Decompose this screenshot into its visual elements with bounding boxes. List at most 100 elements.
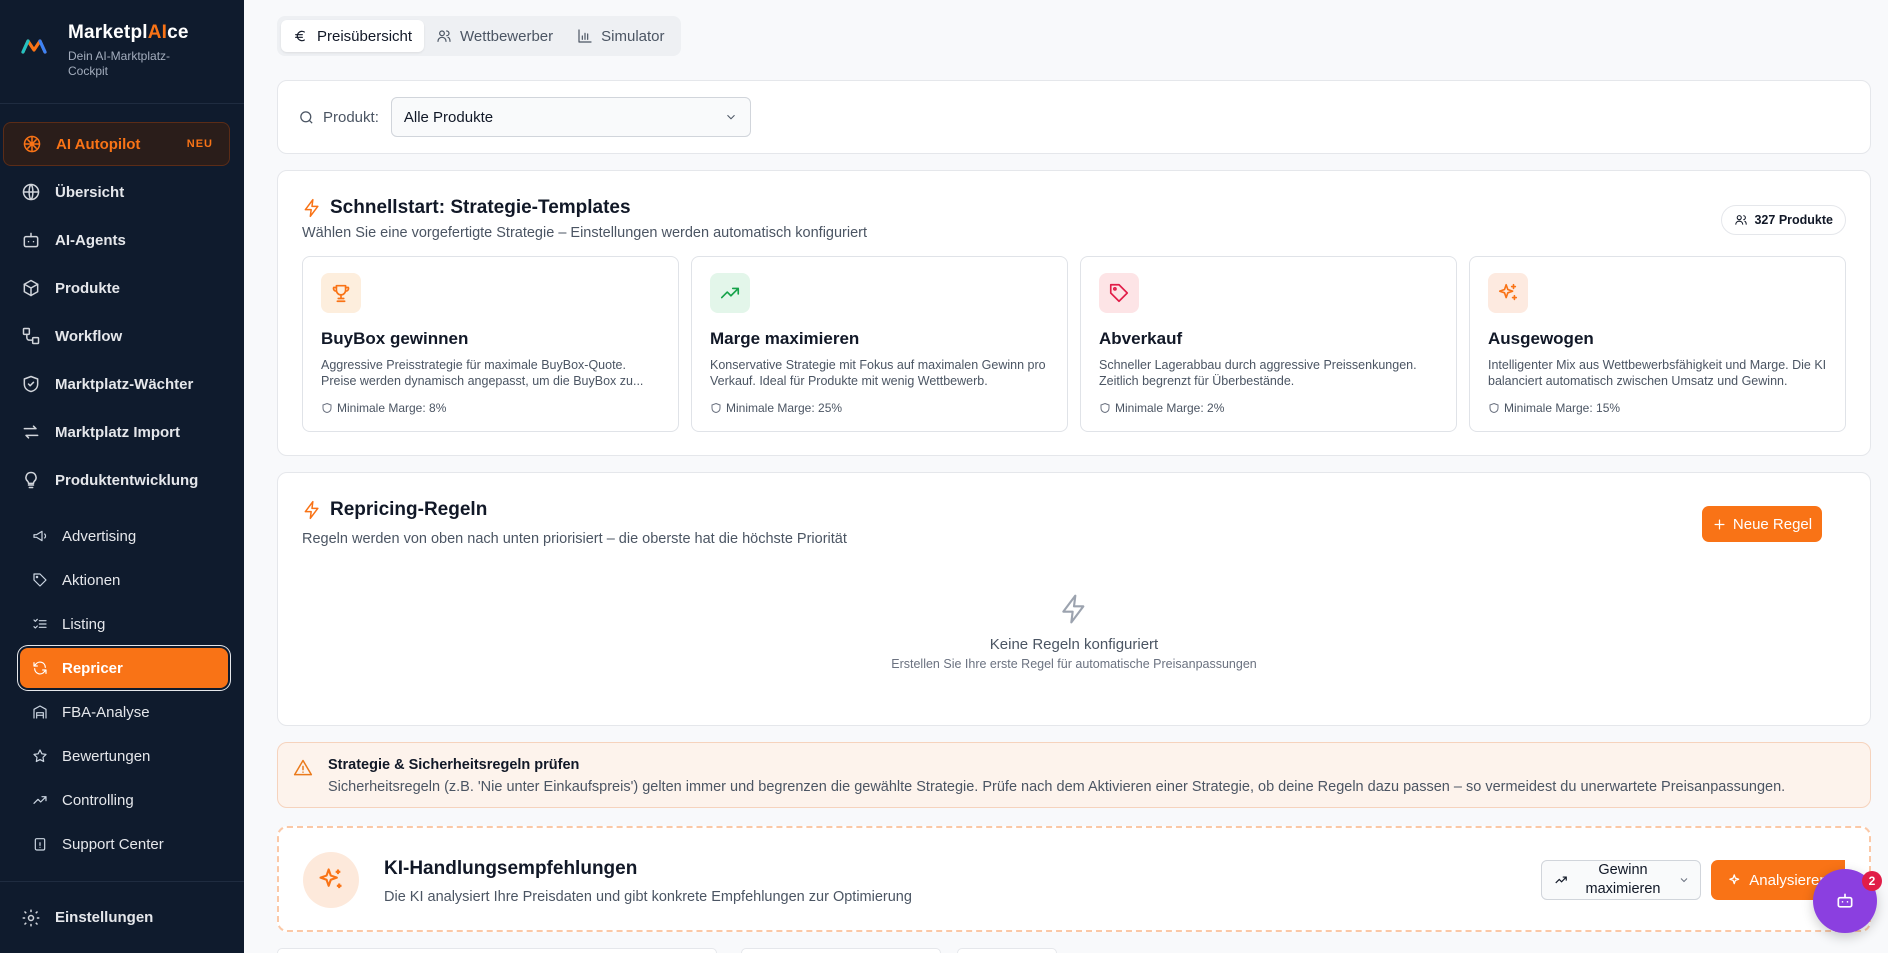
globe-icon <box>22 183 40 201</box>
template-desc: Intelligenter Mix aus Wettbewerbsfähigke… <box>1488 358 1827 388</box>
rules-subtitle: Regeln werden von oben nach unten priori… <box>302 531 847 547</box>
sidebar: MarketplAIce Dein AI-Marktplatz-Cockpit … <box>0 0 244 953</box>
tag-icon <box>33 573 47 587</box>
rules-title: Repricing-Regeln <box>302 499 487 521</box>
plus-icon <box>1714 519 1725 529</box>
nav-item-marktplatz-waechter[interactable]: Marktplatz-Wächter <box>3 362 230 406</box>
sidebar-item-support-center[interactable]: Support Center <box>20 824 228 864</box>
templates-subtitle: Wählen Sie eine vorgefertigte Strategie … <box>302 225 868 241</box>
trending-up-icon <box>33 796 47 804</box>
warning-title: Strategie & Sicherheitsregeln prüfen <box>328 757 580 773</box>
sparkles-icon <box>1729 873 1740 884</box>
card-peek <box>957 948 1057 953</box>
main-content: Preisübersicht Wettbewerber Simulator Pr… <box>244 0 1888 953</box>
template-ausgewogen[interactable]: Ausgewogen Intelligenter Mix aus Wettbew… <box>1469 256 1846 432</box>
tab-preisuebersicht[interactable]: Preisübersicht <box>281 20 425 52</box>
brand-name: MarketplAIce <box>68 22 189 43</box>
new-badge: NEU <box>186 138 213 150</box>
rules-empty-state: Keine Regeln konfiguriert Erstellen Sie … <box>278 593 1870 671</box>
empty-title: Keine Regeln konfiguriert <box>989 636 1159 653</box>
template-icon-wrap <box>321 273 361 313</box>
star-icon <box>33 749 47 763</box>
template-icon-wrap <box>1099 273 1139 313</box>
lightbulb-icon <box>25 471 37 489</box>
repricing-rules: Repricing-Regeln Regeln werden von oben … <box>277 472 1871 726</box>
arrows-icon <box>23 425 39 439</box>
sidebar-item-advertising[interactable]: Advertising <box>20 516 228 556</box>
shield-icon <box>23 375 39 393</box>
refresh-icon <box>33 661 47 675</box>
users-icon <box>437 30 451 42</box>
template-title: Ausgewogen <box>1488 329 1594 348</box>
templates-title: Schnellstart: Strategie-Templates <box>302 197 631 219</box>
bar-chart-icon <box>578 29 592 43</box>
tab-bar: Preisübersicht Wettbewerber Simulator <box>277 16 681 56</box>
shield-icon <box>1489 402 1499 414</box>
ki-title: KI-Handlungsempfehlungen <box>384 858 638 879</box>
notification-badge: 2 <box>1862 871 1882 891</box>
sidebar-item-einstellungen[interactable]: Einstellungen <box>0 881 244 953</box>
brand[interactable]: MarketplAIce Dein AI-Marktplatz-Cockpit <box>0 0 244 104</box>
sidebar-item-fba-analyse[interactable]: FBA-Analyse <box>20 692 228 732</box>
sub-nav: Advertising Aktionen Listing Repricer FB… <box>0 506 244 864</box>
sparkles-icon <box>319 868 342 889</box>
ki-icon-wrap <box>303 852 359 908</box>
template-min-margin: Minimale Marge: 25% <box>710 401 1049 415</box>
shield-icon <box>711 402 721 414</box>
megaphone-icon <box>33 530 47 542</box>
nav-item-produktentwicklung[interactable]: Produktentwicklung <box>3 458 230 502</box>
tab-wettbewerber[interactable]: Wettbewerber <box>424 20 565 52</box>
shield-icon <box>322 402 332 414</box>
chevron-down-icon <box>727 114 735 120</box>
card-peek <box>741 948 941 953</box>
alert-triangle-icon <box>293 759 313 776</box>
shield-icon <box>1100 402 1110 414</box>
zap-icon <box>1062 594 1085 624</box>
template-marge[interactable]: Marge maximieren Konservative Strategie … <box>691 256 1068 432</box>
nav-item-produkte[interactable]: Produkte <box>3 266 230 310</box>
empty-subtitle: Erstellen Sie Ihre erste Regel für autom… <box>891 657 1257 671</box>
package-icon <box>23 279 39 297</box>
template-min-margin: Minimale Marge: 8% <box>321 401 660 415</box>
template-min-margin: Minimale Marge: 2% <box>1099 401 1438 415</box>
template-desc: Aggressive Preisstrategie für maximale B… <box>321 358 644 388</box>
sidebar-item-bewertungen[interactable]: Bewertungen <box>20 736 228 776</box>
sparkles-icon <box>1498 283 1518 301</box>
nav-item-ai-autopilot[interactable]: AI Autopilot NEU <box>3 122 230 166</box>
logo-icon <box>21 39 47 54</box>
sidebar-item-aktionen[interactable]: Aktionen <box>20 560 228 600</box>
new-rule-button[interactable]: Neue Regel <box>1702 506 1822 542</box>
template-buybox[interactable]: BuyBox gewinnen Aggressive Preisstrategi… <box>302 256 679 432</box>
goal-select[interactable]: Gewinn maximieren <box>1541 860 1701 900</box>
template-title: Marge maximieren <box>710 329 860 348</box>
sidebar-item-listing[interactable]: Listing <box>20 604 228 644</box>
template-desc: Konservative Strategie mit Fokus auf max… <box>710 358 1046 388</box>
template-desc: Schneller Lagerabbau durch aggressive Pr… <box>1099 358 1417 388</box>
sidebar-item-controlling[interactable]: Controlling <box>20 780 228 820</box>
template-title: BuyBox gewinnen <box>321 329 469 348</box>
template-icon-wrap <box>1488 273 1528 313</box>
card-peek <box>277 948 717 953</box>
ki-subtitle: Die KI analysiert Ihre Preisdaten und gi… <box>384 889 912 905</box>
brand-subtitle: Dein AI-Marktplatz-Cockpit <box>68 49 171 78</box>
zap-icon <box>304 198 319 218</box>
template-abverkauf[interactable]: Abverkauf Schneller Lagerabbau durch agg… <box>1080 256 1457 432</box>
users-icon <box>1735 215 1748 225</box>
nav-item-uebersicht[interactable]: Übersicht <box>3 170 230 214</box>
search-icon <box>300 110 313 124</box>
safety-warning: Strategie & Sicherheitsregeln prüfen Sic… <box>277 742 1871 808</box>
bot-icon <box>23 232 39 248</box>
zap-icon <box>304 500 319 520</box>
bot-icon <box>1837 893 1853 908</box>
nav-item-marktplatz-import[interactable]: Marktplatz Import <box>3 410 230 454</box>
product-select[interactable]: Alle Produkte <box>390 97 751 137</box>
template-icon-wrap <box>710 273 750 313</box>
sidebar-item-repricer[interactable]: Repricer <box>20 648 228 688</box>
product-count-badge: 327 Produkte <box>1721 205 1846 235</box>
tab-simulator[interactable]: Simulator <box>565 20 676 52</box>
workflow-icon <box>22 327 40 345</box>
strategy-templates: Schnellstart: Strategie-Templates Wählen… <box>277 170 1871 456</box>
list-checks-icon <box>33 618 47 629</box>
nav-item-ai-agents[interactable]: AI-Agents <box>3 218 230 262</box>
nav-item-workflow[interactable]: Workflow <box>3 314 230 358</box>
